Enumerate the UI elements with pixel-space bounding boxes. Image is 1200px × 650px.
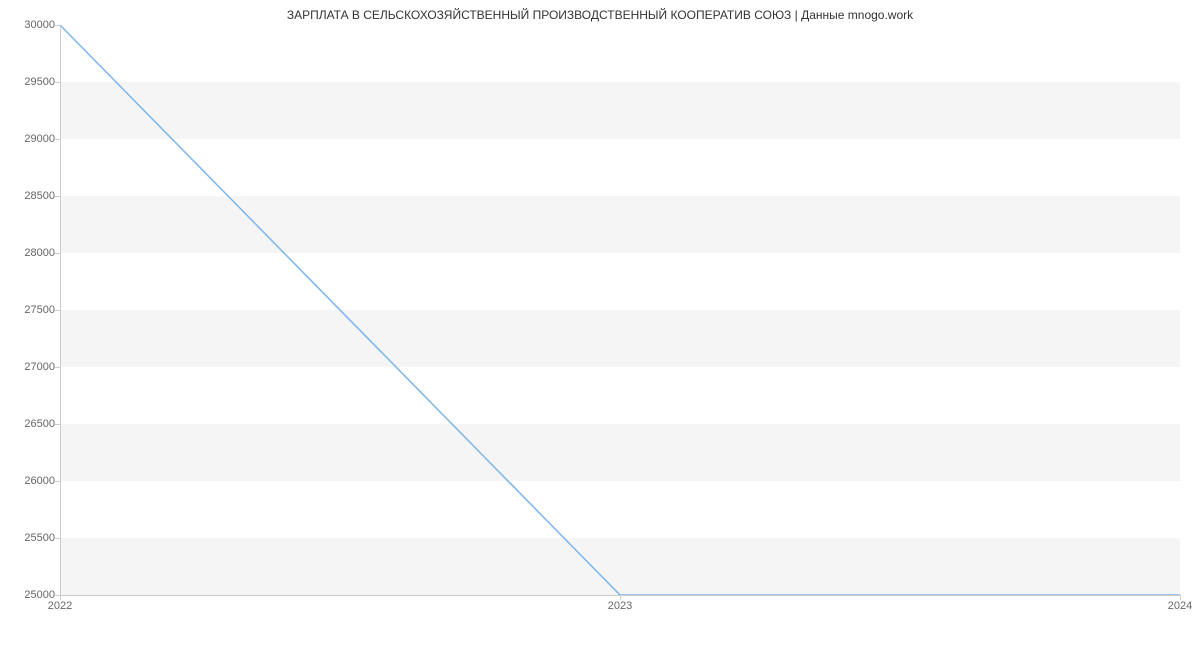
- y-tick-label: 27500: [24, 304, 55, 316]
- y-tick-mark: [55, 538, 60, 539]
- x-tick-label: 2023: [608, 600, 632, 612]
- y-tick-mark: [55, 196, 60, 197]
- x-tick-mark: [60, 595, 61, 600]
- y-tick-label: 25500: [24, 532, 55, 544]
- y-tick-label: 27000: [24, 361, 55, 373]
- y-tick-mark: [55, 310, 60, 311]
- y-tick-mark: [55, 139, 60, 140]
- x-tick-label: 2022: [48, 600, 72, 612]
- chart-title: ЗАРПЛАТА В СЕЛЬСКОХОЗЯЙСТВЕННЫЙ ПРОИЗВОД…: [0, 8, 1200, 22]
- x-tick-label: 2024: [1168, 600, 1192, 612]
- y-tick-mark: [55, 367, 60, 368]
- x-tick-mark: [620, 595, 621, 600]
- y-tick-mark: [55, 82, 60, 83]
- y-tick-label: 26500: [24, 418, 55, 430]
- chart-container: ЗАРПЛАТА В СЕЛЬСКОХОЗЯЙСТВЕННЫЙ ПРОИЗВОД…: [0, 0, 1200, 650]
- y-tick-label: 28000: [24, 247, 55, 259]
- y-tick-label: 29000: [24, 133, 55, 145]
- y-tick-mark: [55, 424, 60, 425]
- x-tick-mark: [1180, 595, 1181, 600]
- y-tick-label: 30000: [24, 19, 55, 31]
- y-tick-label: 26000: [24, 475, 55, 487]
- y-tick-mark: [55, 25, 60, 26]
- y-axis-line: [60, 25, 61, 595]
- y-tick-label: 28500: [24, 190, 55, 202]
- y-tick-mark: [55, 481, 60, 482]
- y-tick-label: 29500: [24, 76, 55, 88]
- plot-area: [60, 25, 1180, 595]
- y-tick-mark: [55, 253, 60, 254]
- line-series: [60, 25, 1180, 595]
